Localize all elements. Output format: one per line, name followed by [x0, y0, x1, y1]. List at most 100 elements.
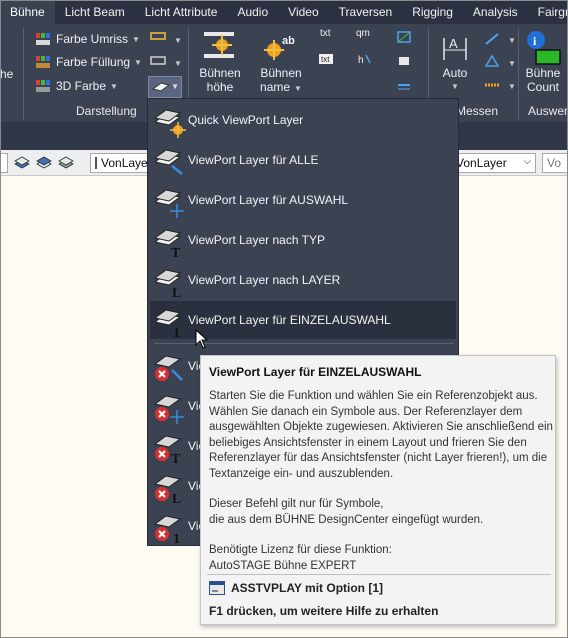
linetype-combo[interactable]: VonLayer ⌵ [452, 153, 536, 173]
mouse-pointer-icon [195, 328, 209, 349]
svg-text:T: T [171, 246, 181, 258]
chevron-down-icon[interactable]: ▼ [110, 82, 118, 91]
stage-height-icon[interactable] [202, 30, 236, 60]
farbe-umriss-label: Farbe Umriss [56, 32, 129, 46]
tooltip-title: ViewPort Layer für EINZELAUSWAHL [209, 365, 422, 379]
text-size-icon[interactable]: txt [318, 52, 334, 66]
cut-off-label: he [0, 67, 14, 81]
menu-item-viewport-layer-type[interactable]: T ViewPort Layer nach TYP [150, 221, 456, 261]
menu-item-viewport-layer-all[interactable]: ViewPort Layer für ALLE [150, 141, 456, 179]
viewport-layer-all-icon [152, 144, 186, 178]
layer-match-icon[interactable] [36, 155, 52, 171]
command-tooltip: ViewPort Layer für EINZELAUSWAHL Starten… [200, 355, 556, 625]
count-icon[interactable] [396, 78, 412, 92]
svg-text:1: 1 [173, 326, 180, 338]
viewport-layer-single-icon: 1 [152, 304, 186, 341]
layer-previous-icon[interactable] [58, 155, 74, 171]
buehnen-hoehe-button[interactable]: Bühnen höhe [196, 66, 244, 94]
viewport-layer-type-icon: T [152, 224, 186, 261]
chevron-down-icon[interactable]: ▼ [508, 82, 516, 91]
area-icon[interactable] [396, 54, 412, 68]
chevron-down-icon[interactable]: ▼ [508, 59, 516, 68]
svg-text:T: T [171, 452, 181, 464]
tooltip-paragraph: Dieser Befehl gilt nur für Symbole, die … [209, 497, 553, 528]
menu-item-quick-viewport-layer[interactable]: Quick ViewPort Layer [150, 101, 456, 139]
stage-count-icon[interactable]: i [524, 28, 564, 68]
dimension-icon[interactable] [396, 30, 412, 44]
buehne-count-button[interactable]: Bühne Count [520, 66, 566, 94]
menu-item-label: ViewPort Layer nach TYP [188, 233, 325, 247]
measure-arrow-icon[interactable] [484, 54, 500, 68]
menu-item-viewport-layer-layer[interactable]: L ViewPort Layer nach LAYER [150, 261, 456, 301]
buehne-count-line1: Bühne [525, 66, 561, 80]
tab-rigging[interactable]: Rigging [402, 0, 463, 24]
qm-button[interactable]: qm [356, 28, 370, 39]
svg-text:h: h [358, 55, 364, 66]
chevron-down-icon[interactable]: ▼ [132, 35, 140, 44]
tab-fairground[interactable]: Fairgr [528, 0, 568, 24]
lineweight-combo-value: Vo [547, 156, 562, 170]
toolbar-combo-cut[interactable] [0, 153, 8, 173]
menu-item-label: Quick ViewPort Layer [188, 113, 304, 127]
svg-text:L: L [172, 286, 181, 298]
color-outline-icon [36, 33, 50, 45]
chevron-down-icon: ▼ [294, 84, 302, 93]
menu-item-viewport-layer-selection[interactable]: ViewPort Layer für AUSWAHL [150, 181, 456, 219]
panel-divider [23, 28, 24, 120]
menu-item-label: ViewPort Layer nach LAYER [188, 273, 341, 287]
command-line-icon [209, 581, 225, 595]
color-combo-value: VonLayer [101, 156, 152, 170]
tab-licht-attribute[interactable]: Licht Attribute [135, 0, 228, 24]
tab-audio[interactable]: Audio [227, 0, 278, 24]
tab-buehne[interactable]: Bühne [0, 0, 55, 24]
svg-text:L: L [172, 492, 181, 504]
measure-angle-icon[interactable] [484, 32, 500, 46]
chevron-down-icon[interactable]: ▼ [174, 36, 182, 45]
tooltip-separator [207, 574, 551, 575]
tooltip-body: Starten Sie die Funktion und wählen Sie … [209, 389, 553, 589]
remove-viewport-layer-all-icon [152, 350, 186, 384]
lineweight-combo[interactable]: Vo [542, 153, 568, 173]
txt-button[interactable]: txt [320, 28, 331, 39]
farbe-fuellung-button[interactable]: Farbe Füllung ▼ [36, 55, 142, 69]
txt-label: txt [320, 28, 331, 39]
chevron-down-icon: ▼ [171, 82, 179, 91]
stage-name-icon[interactable]: ab [262, 32, 296, 60]
measure-distance-icon[interactable] [484, 78, 500, 92]
buehnen-hoehe-line1: Bühnen [199, 66, 241, 80]
svg-text:A: A [449, 36, 458, 51]
tab-analysis[interactable]: Analysis [463, 0, 528, 24]
viewport-layer-dropdown-button[interactable]: ▼ [148, 76, 182, 98]
auto-measure-icon[interactable]: A [440, 32, 470, 62]
svg-text:txt: txt [321, 55, 330, 64]
auto-button[interactable]: Auto ▼ [436, 66, 474, 94]
height-text-icon[interactable]: h [356, 52, 372, 66]
farbe-umriss-button[interactable]: Farbe Umriss ▼ [36, 32, 140, 46]
tooltip-command-text: ASSTVPLAY mit Option [1] [231, 581, 384, 595]
ribbon-tab-bar: Bühne Licht Beam Licht Attribute Audio V… [0, 0, 568, 24]
color-combo[interactable]: VonLayer [90, 153, 152, 173]
remove-viewport-layer-type-icon: T [152, 430, 186, 467]
farbe-3d-button[interactable]: 3D Farbe ▼ [36, 79, 118, 93]
line-style-icon[interactable] [150, 30, 166, 44]
buehnen-name-line2: name [260, 80, 291, 94]
farbe-3d-label: 3D Farbe [56, 79, 107, 93]
fill-style-icon[interactable] [150, 54, 166, 68]
chevron-down-icon[interactable]: ▼ [508, 36, 516, 45]
chevron-down-icon: ▼ [451, 82, 459, 91]
quick-viewport-layer-icon [152, 104, 186, 138]
tab-video[interactable]: Video [278, 0, 328, 24]
panel-divider [518, 28, 519, 120]
darstellung-panel-title: Darstellung [76, 104, 137, 118]
buehnen-hoehe-line2: höhe [206, 80, 234, 94]
tab-licht-beam[interactable]: Licht Beam [55, 0, 135, 24]
tab-traversen[interactable]: Traversen [329, 0, 403, 24]
chevron-down-icon[interactable]: ▼ [134, 58, 142, 67]
linetype-combo-value: VonLayer [456, 156, 507, 170]
layer-stack-icon[interactable] [14, 155, 30, 171]
menu-item-label: ViewPort Layer für EINZELAUSWAHL [188, 313, 391, 327]
chevron-down-icon[interactable]: ▼ [174, 59, 182, 68]
viewport-layer-layer-icon: L [152, 264, 186, 301]
buehnen-name-button[interactable]: Bühnen name ▼ [255, 66, 307, 96]
messen-panel-title: Messen [456, 104, 499, 118]
